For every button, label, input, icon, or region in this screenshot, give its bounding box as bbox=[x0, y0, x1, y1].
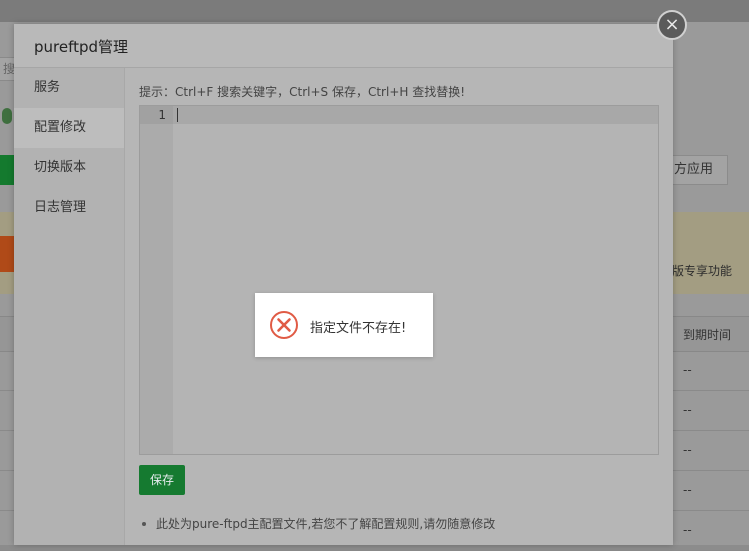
shortcut-tip: 提示：Ctrl+F 搜索关键字，Ctrl+S 保存，Ctrl+H 查找替换! bbox=[139, 85, 466, 99]
background-ribbon-icon bbox=[0, 236, 14, 272]
bullet-icon bbox=[142, 521, 146, 526]
config-editor[interactable]: 1 bbox=[139, 105, 659, 455]
sidebar-item-service[interactable]: 服务 bbox=[14, 68, 124, 108]
sidebar-item-config[interactable]: 配置修改 bbox=[14, 108, 124, 148]
error-message-text: 指定文件不存在! bbox=[310, 321, 407, 336]
background-cell: -- bbox=[683, 363, 692, 377]
editor-gutter bbox=[140, 106, 173, 454]
editor-cursor bbox=[177, 108, 178, 122]
background-green-button bbox=[0, 155, 14, 185]
background-cell: -- bbox=[683, 403, 692, 417]
background-cell: -- bbox=[683, 523, 692, 537]
modal-header: pureftpd管理 bbox=[14, 24, 673, 68]
editor-active-line[interactable] bbox=[173, 106, 658, 124]
modal-sidebar: 服务 配置修改 切换版本 日志管理 bbox=[14, 68, 125, 545]
close-button[interactable]: × bbox=[657, 10, 687, 40]
background-topbar bbox=[0, 0, 749, 22]
config-note-text: 此处为pure-ftpd主配置文件,若您不了解配置规则,请勿随意修改 bbox=[156, 517, 496, 531]
sidebar-item-switch-version[interactable]: 切换版本 bbox=[14, 148, 124, 188]
save-button[interactable]: 保存 bbox=[139, 465, 185, 495]
background-cell: -- bbox=[683, 483, 692, 497]
sidebar-item-logs[interactable]: 日志管理 bbox=[14, 188, 124, 228]
background-column-expiry: 到期时间 bbox=[683, 328, 732, 342]
pureftpd-modal: pureftpd管理 服务 配置修改 切换版本 日志管理 提示：Ctrl+F 搜… bbox=[14, 24, 673, 545]
background-cell: -- bbox=[683, 443, 692, 457]
line-number: 1 bbox=[140, 106, 173, 124]
error-message: 指定文件不存在! bbox=[255, 293, 433, 357]
modal-title: pureftpd管理 bbox=[34, 38, 129, 56]
error-circle-icon bbox=[270, 311, 298, 339]
config-note: 此处为pure-ftpd主配置文件,若您不了解配置规则,请勿随意修改 bbox=[139, 515, 495, 532]
background-promo-text: 版专享功能 bbox=[672, 264, 733, 278]
background-status-icon bbox=[2, 108, 12, 124]
